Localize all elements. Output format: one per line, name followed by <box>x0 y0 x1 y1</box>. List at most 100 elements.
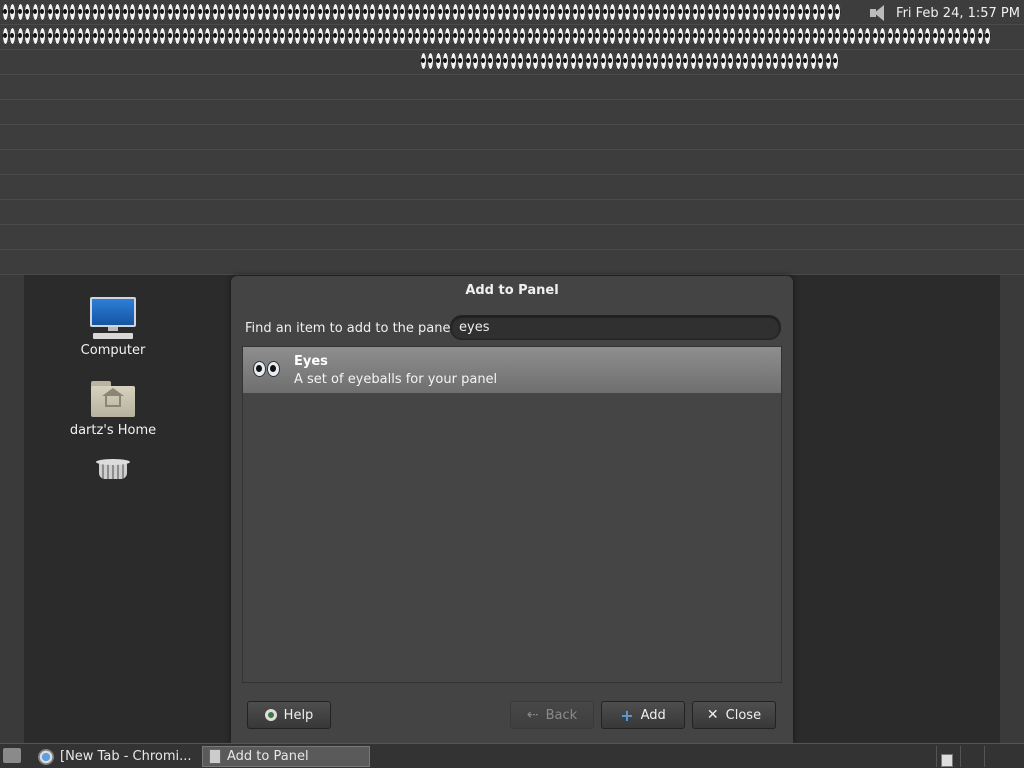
eyes-applet-icon <box>377 27 392 47</box>
eyes-applet-icon <box>572 3 587 23</box>
eyes-applet-strip-1[interactable] <box>2 2 860 24</box>
eyes-applet-icon <box>392 3 407 23</box>
eyes-applet-icon <box>437 3 452 23</box>
eyes-applet-icon <box>827 3 842 23</box>
speaker-icon[interactable] <box>868 4 888 22</box>
eyes-applet-icon <box>617 3 632 23</box>
eyes-applet-icon <box>795 52 810 72</box>
eyes-applet-icon <box>782 3 797 23</box>
desktop-icon-trash[interactable] <box>58 459 168 481</box>
eyes-applet-icon <box>600 52 615 72</box>
close-button[interactable]: ✕ Close <box>692 701 776 729</box>
eyes-applet-icon <box>497 3 512 23</box>
eyes-applet-icon <box>182 3 197 23</box>
eyes-applet-icon <box>122 27 137 47</box>
eyes-applet-icon <box>705 52 720 72</box>
eyes-applet-icon <box>602 3 617 23</box>
eyes-applet-icon <box>407 3 422 23</box>
eyes-applet-icon <box>857 27 872 47</box>
add-button[interactable]: + Add <box>601 701 685 729</box>
eyes-applet-icon <box>632 27 647 47</box>
result-description: A set of eyeballs for your panel <box>294 372 498 387</box>
eyes-applet-icon <box>707 3 722 23</box>
eyes-applet-icon <box>362 3 377 23</box>
eyes-applet-icon <box>32 27 47 47</box>
eyes-applet-icon <box>542 3 557 23</box>
eyes-applet-icon <box>482 27 497 47</box>
eyes-applet-icon <box>167 27 182 47</box>
home-folder-icon <box>91 381 135 417</box>
eyes-applet-icon <box>872 27 887 47</box>
workspace-switcher-2[interactable] <box>960 746 984 767</box>
eyes-applet-icon <box>825 52 840 72</box>
eyes-applet-icon <box>692 3 707 23</box>
eyes-applet-icon <box>527 27 542 47</box>
eyes-applet-icon <box>92 27 107 47</box>
eyes-applet-icon <box>420 52 435 72</box>
eyes-applet-icon <box>690 52 705 72</box>
eyes-applet-icon <box>62 27 77 47</box>
desktop-icon-computer[interactable]: Computer <box>58 297 168 358</box>
top-panel-row-9[interactable] <box>0 200 1024 225</box>
computer-icon <box>90 297 136 331</box>
eyes-applet-icon <box>452 3 467 23</box>
eyes-applet-icon <box>272 27 287 47</box>
close-button-label: Close <box>725 707 762 723</box>
desktop-icon-home[interactable]: dartz's Home <box>58 381 168 438</box>
top-panel-row-6[interactable] <box>0 125 1024 150</box>
search-input[interactable] <box>450 315 781 340</box>
eyes-applet-icon <box>242 3 257 23</box>
eyes-applet-icon <box>317 3 332 23</box>
top-panel-row-4[interactable] <box>0 75 1024 100</box>
eyes-applet-icon <box>737 27 752 47</box>
taskbar-item-chromium[interactable]: [New Tab - Chromi... <box>32 746 198 767</box>
eyes-applet-icon <box>435 52 450 72</box>
eyes-applet-icon <box>572 27 587 47</box>
eyes-applet-icon <box>527 3 542 23</box>
eyes-icon <box>253 361 281 379</box>
eyes-applet-icon <box>947 27 962 47</box>
eyes-applet-icon <box>197 3 212 23</box>
plus-icon: + <box>620 705 634 725</box>
top-panel-row-11[interactable] <box>0 250 1024 275</box>
results-list[interactable]: Eyes A set of eyeballs for your panel <box>242 346 782 683</box>
back-button[interactable]: ⇠ Back <box>510 701 594 729</box>
workspace-switcher-3[interactable] <box>984 746 1008 767</box>
help-button[interactable]: Help <box>247 701 331 729</box>
clock[interactable]: Fri Feb 24, 1:57 PM <box>896 6 1020 21</box>
bottom-taskbar: [New Tab - Chromi... Add to Panel <box>0 743 1024 768</box>
eyes-applet-icon <box>287 3 302 23</box>
eyes-applet-icon <box>570 52 585 72</box>
top-panel-row-5[interactable] <box>0 100 1024 125</box>
eyes-applet-strip-2[interactable] <box>2 26 1022 48</box>
eyes-applet-icon <box>752 3 767 23</box>
eyes-applet-icon <box>332 27 347 47</box>
eyes-applet-icon <box>810 52 825 72</box>
eyes-applet-icon <box>17 3 32 23</box>
taskbar-item-add-to-panel[interactable]: Add to Panel <box>202 746 370 767</box>
list-item-eyes[interactable]: Eyes A set of eyeballs for your panel <box>243 347 781 393</box>
desktop-right-edge <box>1000 275 1024 743</box>
workspace-switcher-1[interactable] <box>936 746 960 767</box>
show-desktop-icon[interactable] <box>3 748 21 763</box>
eyes-applet-icon <box>842 27 857 47</box>
eyes-applet-icon <box>167 3 182 23</box>
eyes-applet-icon <box>887 27 902 47</box>
eyes-applet-icon <box>617 27 632 47</box>
eyes-applet-icon <box>227 3 242 23</box>
top-panel-row-10[interactable] <box>0 225 1024 250</box>
eyes-applet-icon <box>677 27 692 47</box>
eyes-applet-icon <box>47 27 62 47</box>
top-panel-row-8[interactable] <box>0 175 1024 200</box>
eyes-applet-icon <box>467 27 482 47</box>
eyes-applet-icon <box>827 27 842 47</box>
eyes-applet-icon <box>632 3 647 23</box>
desktop-icon-label: dartz's Home <box>69 423 157 438</box>
eyes-applet-icon <box>497 27 512 47</box>
help-button-label: Help <box>283 707 314 723</box>
eyes-applet-strip-3[interactable] <box>420 51 840 73</box>
eyes-applet-icon <box>512 27 527 47</box>
top-panel-row-7[interactable] <box>0 150 1024 175</box>
eyes-applet-icon <box>122 3 137 23</box>
eyes-applet-icon <box>480 52 495 72</box>
